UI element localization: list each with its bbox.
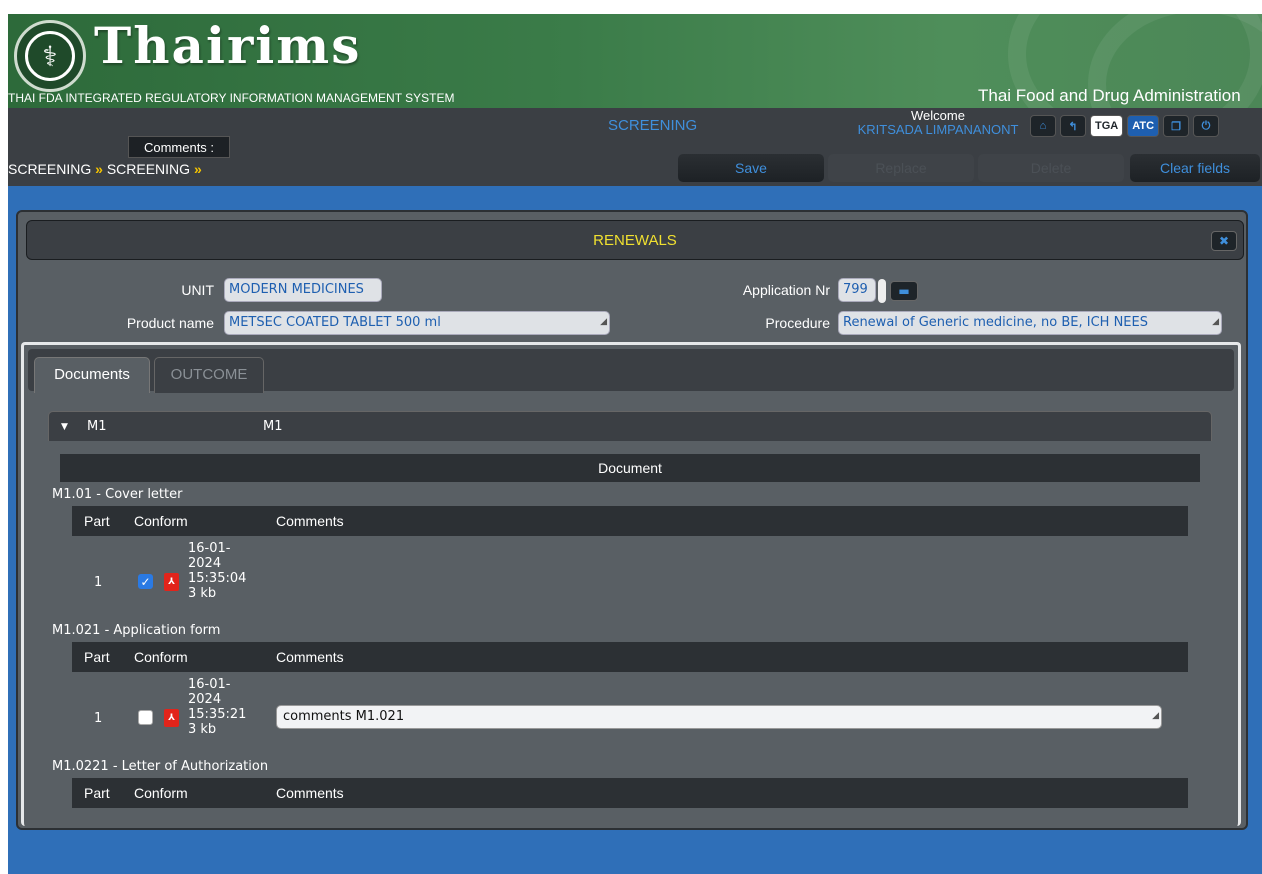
pdf-icon[interactable]: ⅄ bbox=[164, 709, 179, 727]
conform-checkbox[interactable]: ✓ bbox=[138, 574, 153, 589]
tga-icon[interactable]: TGA bbox=[1090, 115, 1124, 137]
columns-header: Part Conform Comments bbox=[72, 778, 1188, 808]
product-name-value: METSEC COATED TABLET 500 ml bbox=[229, 315, 441, 330]
welcome-label: Welcome bbox=[911, 108, 965, 123]
document-group-title: M1.0221 - Letter of Authorization bbox=[52, 759, 269, 774]
conform-checkbox[interactable] bbox=[138, 710, 153, 725]
system-tagline: THAI FDA INTEGRATED REGULATORY INFORMATI… bbox=[8, 91, 455, 105]
tab-outcome[interactable]: OUTCOME bbox=[154, 357, 264, 393]
document-group-title: M1.021 - Application form bbox=[52, 623, 221, 638]
panel-title: RENEWALS bbox=[593, 232, 677, 249]
comment-input[interactable]: comments M1.021 ◢ bbox=[276, 705, 1162, 729]
unit-field[interactable]: MODERN MEDICINES bbox=[224, 278, 382, 302]
delete-button[interactable]: Delete bbox=[978, 154, 1124, 182]
procedure-label: Procedure bbox=[765, 315, 830, 331]
agency-name: Thai Food and Drug Administration bbox=[978, 86, 1241, 105]
section-key: M1 bbox=[87, 419, 107, 434]
folder-open-icon[interactable]: ▬ bbox=[890, 281, 918, 301]
conform-column: Conform bbox=[134, 649, 188, 665]
resize-grip-icon[interactable]: ◢ bbox=[1152, 705, 1159, 727]
procedure-field[interactable]: Renewal of Generic medicine, no BE, ICH … bbox=[838, 311, 1222, 335]
comments-tooltip: Comments : bbox=[128, 136, 230, 158]
panel-header: RENEWALS ✖ bbox=[26, 220, 1244, 260]
power-icon[interactable]: ⏻ bbox=[1193, 115, 1220, 137]
file-info: 16-01- 2024 15:35:04 3 kb bbox=[188, 541, 247, 601]
document-group-title: M1.01 - Cover letter bbox=[52, 487, 183, 502]
application-nr-field[interactable]: 799 bbox=[838, 278, 876, 302]
welcome-block: Welcome KRITSADA LIMPANANONT bbox=[848, 109, 1028, 137]
application-nr-handle[interactable] bbox=[878, 279, 886, 303]
resize-grip-icon[interactable]: ◢ bbox=[600, 312, 607, 333]
section-m1-header[interactable]: ▼ M1 M1 bbox=[48, 411, 1212, 441]
header-banner: ⚕ Thairims THAI FDA INTEGRATED REGULATOR… bbox=[8, 14, 1262, 108]
breadcrumb: SCREENING » SCREENING » bbox=[8, 161, 202, 177]
columns-header: Part Conform Comments bbox=[72, 506, 1188, 536]
document-row: 1 ⅄ 16-01- 2024 15:35:21 3 kb comments M… bbox=[72, 677, 1188, 757]
document-column-header: Document bbox=[60, 454, 1200, 482]
breadcrumb-item[interactable]: SCREENING bbox=[107, 161, 190, 177]
toolbar-icons: ⌂ ↰ TGA ATC ❐ ⏻ bbox=[1030, 115, 1220, 137]
tab-strip: Documents OUTCOME bbox=[28, 349, 1234, 393]
part-column: Part bbox=[84, 513, 110, 529]
atc-icon[interactable]: ATC bbox=[1127, 115, 1160, 137]
save-button[interactable]: Save bbox=[678, 154, 824, 182]
breadcrumb-separator: » bbox=[95, 161, 103, 177]
file-info: 16-01- 2024 15:35:21 3 kb bbox=[188, 677, 247, 737]
back-icon[interactable]: ↰ bbox=[1060, 115, 1086, 137]
brand-title: Thairims bbox=[94, 16, 362, 75]
comment-text: comments M1.021 bbox=[283, 709, 405, 724]
user-name[interactable]: KRITSADA LIMPANANONT bbox=[848, 123, 1028, 137]
conform-column: Conform bbox=[134, 785, 188, 801]
part-number: 1 bbox=[94, 711, 103, 726]
breadcrumb-separator: » bbox=[193, 161, 202, 177]
application-nr-label: Application Nr bbox=[742, 282, 830, 298]
tab-container: Documents OUTCOME ▼ M1 M1 Document M1.01… bbox=[21, 342, 1241, 826]
module-title: SCREENING bbox=[608, 117, 698, 134]
close-icon[interactable]: ✖ bbox=[1211, 231, 1237, 251]
product-name-field[interactable]: METSEC COATED TABLET 500 ml ◢ bbox=[224, 311, 610, 335]
new-window-icon[interactable]: ❐ bbox=[1163, 115, 1190, 137]
part-number: 1 bbox=[94, 575, 103, 590]
comments-column: Comments bbox=[276, 513, 344, 529]
home-icon[interactable]: ⌂ bbox=[1030, 115, 1056, 137]
conform-column: Conform bbox=[134, 513, 188, 529]
procedure-value: Renewal of Generic medicine, no BE, ICH … bbox=[843, 315, 1148, 330]
part-column: Part bbox=[84, 785, 110, 801]
replace-button[interactable]: Replace bbox=[828, 154, 974, 182]
document-row: 1 ✓ ⅄ 16-01- 2024 15:35:04 3 kb bbox=[72, 541, 1188, 621]
unit-label: UNIT bbox=[181, 282, 214, 298]
breadcrumb-item[interactable]: SCREENING bbox=[8, 161, 91, 177]
renewals-panel: RENEWALS ✖ UNIT MODERN MEDICINES Product… bbox=[16, 210, 1248, 830]
section-value: M1 bbox=[263, 419, 283, 434]
clear-fields-button[interactable]: Clear fields bbox=[1130, 154, 1260, 182]
part-column: Part bbox=[84, 649, 110, 665]
product-name-label: Product name bbox=[126, 315, 214, 331]
comments-column: Comments bbox=[276, 649, 344, 665]
pdf-icon[interactable]: ⅄ bbox=[164, 573, 179, 591]
caret-down-icon[interactable]: ▼ bbox=[61, 412, 68, 442]
tab-documents[interactable]: Documents bbox=[34, 357, 150, 393]
columns-header: Part Conform Comments bbox=[72, 642, 1188, 672]
resize-grip-icon[interactable]: ◢ bbox=[1212, 312, 1219, 333]
comments-column: Comments bbox=[276, 785, 344, 801]
ministry-seal-icon: ⚕ bbox=[14, 20, 86, 92]
app-frame: ⚕ Thairims THAI FDA INTEGRATED REGULATOR… bbox=[8, 14, 1262, 874]
